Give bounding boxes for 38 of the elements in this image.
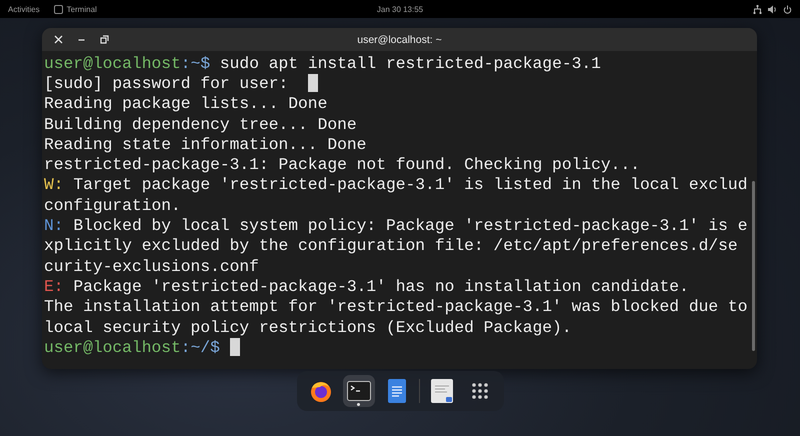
notice-label: N:	[44, 216, 64, 236]
error-label: E:	[44, 276, 64, 296]
output-text: sudo apt install restricted-package-3.1	[218, 54, 601, 73]
app-grid-icon	[470, 382, 488, 400]
volume-icon[interactable]	[768, 4, 777, 14]
output-text: Package 'restricted-package-3.1' has no installation candidate.	[72, 276, 689, 296]
output-text: Blocked by local system policy: Package 'restricted-package-3.1' is e	[72, 216, 748, 236]
fox-globe-icon	[308, 379, 332, 403]
output-text: restricted-package-3.1: Package not found. Checking policy...	[44, 155, 640, 174]
output-text: Building dependency tree... Done	[44, 114, 357, 134]
output-text: local security policy restrictions (Excluded Package).	[44, 318, 572, 336]
text-editor-icon	[430, 379, 452, 403]
restore-icon	[100, 35, 109, 44]
prompt-path: :~$	[180, 54, 210, 73]
prompt-user: user@localhost	[44, 338, 181, 357]
output-text: Reading package lists... Done	[44, 94, 328, 114]
warning-label: W:	[44, 175, 64, 194]
window-title: user@localhost: ~	[357, 34, 442, 46]
terminal-dock-item[interactable]	[342, 375, 374, 407]
output-text: Target package 'restricted-package-3.1' is listed in the local exclud	[72, 175, 748, 194]
terminal-icon	[346, 381, 370, 401]
prompt-user: user@localhost	[44, 54, 181, 73]
network-icon[interactable]	[753, 4, 762, 14]
app-menu[interactable]: Terminal	[66, 4, 97, 14]
prompt-path: :~/$	[180, 338, 220, 357]
output-text: Reading state information... Done	[44, 134, 366, 154]
output-text: configuration.	[44, 196, 181, 215]
output-text: The installation attempt for 'restricted-package-3.1' was blocked due to	[44, 297, 748, 316]
output-text: [sudo] password for user:	[44, 74, 290, 93]
activities-button[interactable]: Activities	[8, 4, 40, 14]
document-icon	[388, 379, 406, 403]
terminal-icon	[54, 4, 63, 14]
scrollbar[interactable]	[752, 181, 755, 351]
output-text: xplicitly excluded by the configuration file: /etc/apt/preferences.d/se	[44, 236, 738, 256]
clock[interactable]: Jan 30 13:55	[376, 4, 424, 14]
close-icon	[54, 35, 63, 44]
output-text: curity-exclusions.conf	[44, 256, 259, 276]
power-icon[interactable]	[783, 4, 792, 14]
